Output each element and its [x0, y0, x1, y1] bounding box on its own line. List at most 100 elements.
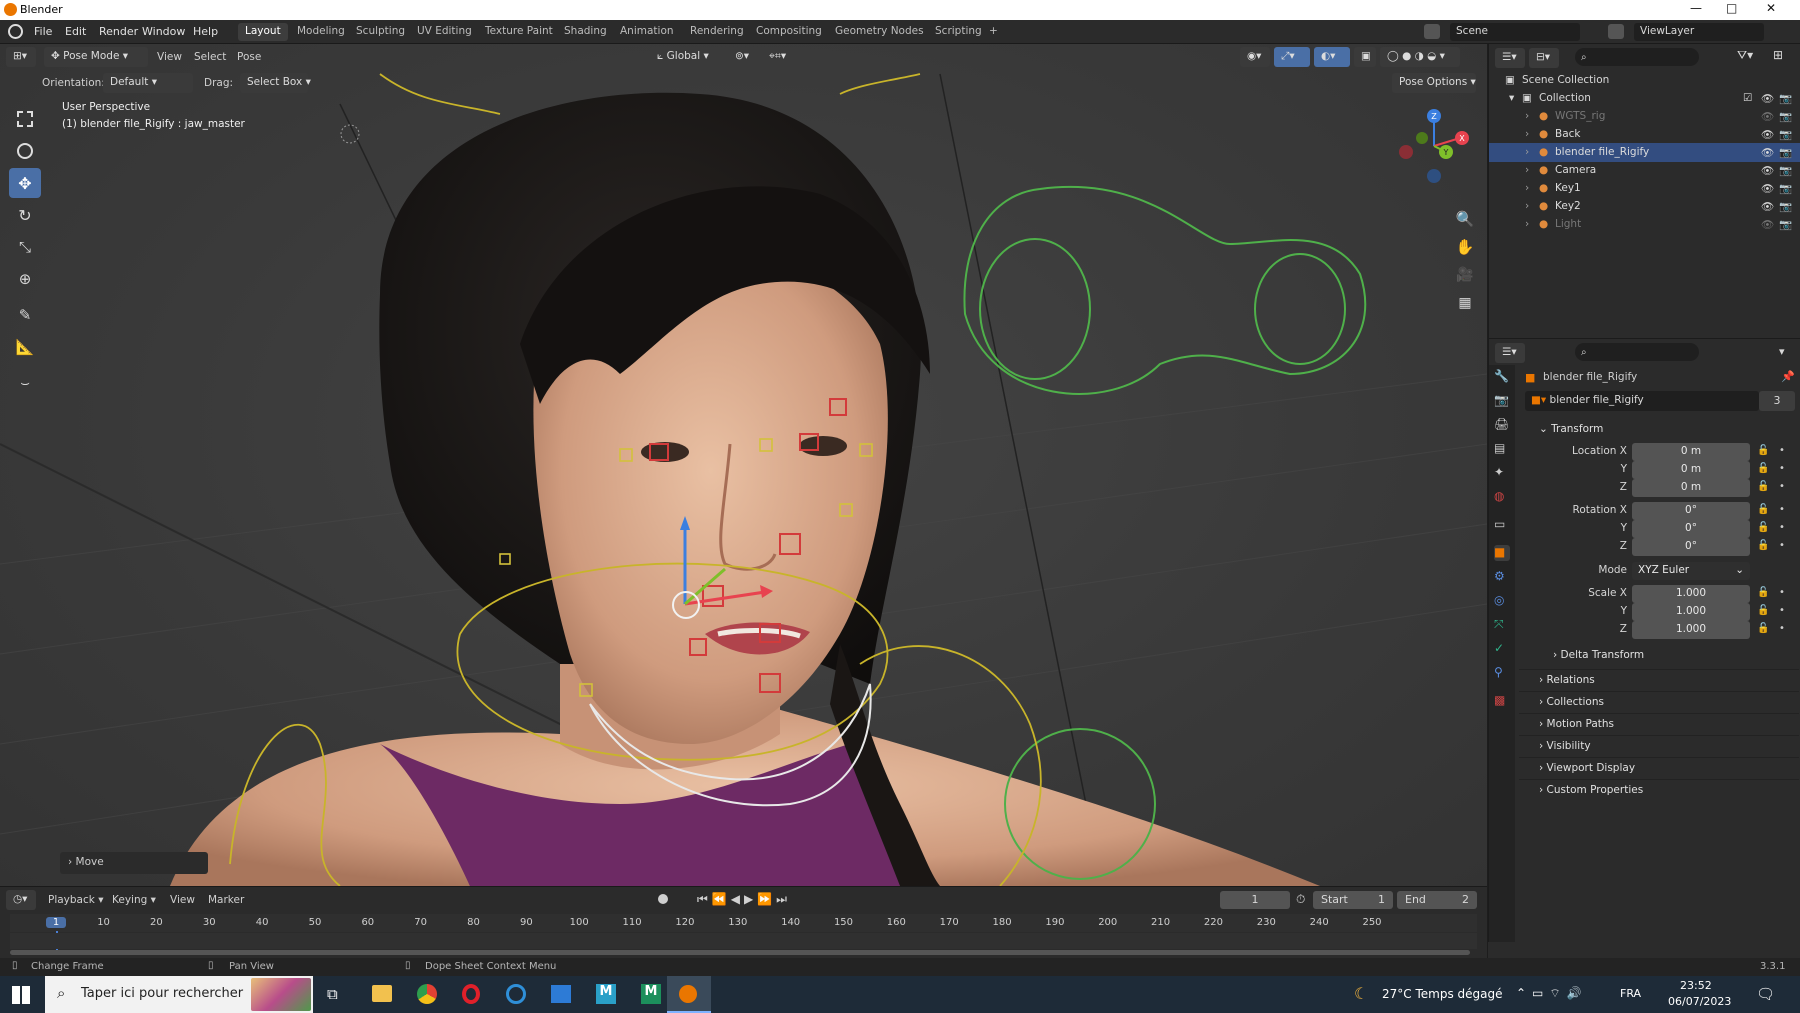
maximize-button[interactable]: □: [1726, 1, 1737, 15]
minimize-button[interactable]: —: [1690, 1, 1702, 15]
rotation-x-field[interactable]: 0°: [1632, 502, 1750, 520]
task-view-icon[interactable]: ⧉: [327, 985, 338, 1003]
users-count[interactable]: 3: [1759, 391, 1795, 411]
lock-icon[interactable]: 🔓: [1757, 587, 1769, 598]
editor-type-button[interactable]: ⊞▾: [6, 47, 36, 67]
bone-tab-icon[interactable]: ⚲: [1494, 665, 1510, 681]
menu-help[interactable]: Help: [193, 25, 218, 38]
timeline-editor-type-button[interactable]: ◷▾: [6, 890, 36, 910]
transform-tool[interactable]: ⊕: [9, 264, 41, 294]
panel-header[interactable]: › Custom Properties: [1519, 779, 1799, 801]
windows-start-icon[interactable]: [12, 986, 30, 1004]
eye-icon[interactable]: 👁: [1761, 218, 1774, 231]
chrome-icon[interactable]: [417, 984, 437, 1004]
scale-tool[interactable]: ⤡: [9, 232, 41, 262]
expand-arrow-icon[interactable]: ›: [1525, 200, 1529, 212]
properties-editor-type-button[interactable]: ☰▾: [1495, 343, 1525, 363]
app-m1-icon[interactable]: M: [596, 984, 616, 1004]
camera-view-button[interactable]: 🎥: [1451, 262, 1479, 288]
keyframe-dot-icon[interactable]: •: [1779, 522, 1785, 533]
rotation-mode-dropdown[interactable]: XYZ Euler ⌄: [1632, 562, 1750, 580]
menu-file[interactable]: File: [34, 25, 52, 38]
outliner-search-input[interactable]: ⌕: [1575, 48, 1699, 66]
pan-button[interactable]: ✋: [1451, 234, 1479, 260]
outliner-item-row[interactable]: › ● blender file_Rigify 👁 📷: [1489, 143, 1800, 162]
pivot-point-dropdown[interactable]: ⊚▾: [728, 47, 758, 67]
tab-layout[interactable]: Layout: [238, 23, 288, 41]
camera-render-icon[interactable]: 📷: [1779, 200, 1792, 213]
timeline-menu-marker[interactable]: Marker: [208, 894, 244, 906]
shading-modes[interactable]: ◯ ● ◑ ◒ ▾: [1380, 47, 1460, 67]
texture-tab-icon[interactable]: ▩: [1494, 693, 1510, 709]
panel-header[interactable]: › Viewport Display: [1519, 757, 1799, 779]
eye-icon[interactable]: 👁: [1761, 200, 1774, 213]
render-tab-icon[interactable]: 📷: [1494, 393, 1510, 409]
eye-icon[interactable]: 👁: [1761, 164, 1774, 177]
panel-header[interactable]: › Collections: [1519, 691, 1799, 713]
location-x-field[interactable]: 0 m: [1632, 443, 1750, 461]
lock-icon[interactable]: 🔓: [1757, 463, 1769, 474]
eye-icon[interactable]: 👁: [1761, 182, 1774, 195]
keyframe-dot-icon[interactable]: •: [1779, 623, 1785, 634]
lock-icon[interactable]: 🔓: [1757, 481, 1769, 492]
outliner-display-mode-button[interactable]: ⊟▾: [1529, 48, 1559, 68]
viewport-menu-pose[interactable]: Pose: [237, 51, 261, 63]
overlay-toggle[interactable]: ◐▾: [1314, 47, 1350, 67]
lock-icon[interactable]: 🔓: [1757, 623, 1769, 634]
expand-arrow-icon[interactable]: ›: [1525, 218, 1529, 230]
expand-arrow-icon[interactable]: ›: [1525, 110, 1529, 122]
rotation-z-field[interactable]: 0°: [1632, 538, 1750, 556]
perspective-toggle-button[interactable]: ▦: [1451, 290, 1479, 316]
properties-options-button[interactable]: ▾: [1779, 345, 1785, 358]
keyframe-dot-icon[interactable]: •: [1779, 587, 1785, 598]
timeline-area[interactable]: [10, 933, 1477, 949]
expand-arrow-icon[interactable]: ›: [1525, 128, 1529, 140]
current-frame-field[interactable]: 1: [1220, 891, 1290, 909]
auto-keying-button[interactable]: [658, 894, 668, 904]
navigation-gizmo[interactable]: Z X Y: [1390, 100, 1480, 190]
store-icon[interactable]: [551, 985, 571, 1003]
location-y-field[interactable]: 0 m: [1632, 461, 1750, 479]
weather-text[interactable]: 27°C Temps dégagé: [1382, 987, 1502, 1001]
scale-x-field[interactable]: 1.000: [1632, 585, 1750, 603]
zoom-button[interactable]: 🔍: [1451, 206, 1479, 232]
lock-icon[interactable]: 🔓: [1757, 522, 1769, 533]
drag-dropdown[interactable]: Select Box ▾: [240, 73, 311, 93]
location-z-field[interactable]: 0 m: [1632, 479, 1750, 497]
select-box-tool[interactable]: [9, 104, 41, 134]
menu-edit[interactable]: Edit: [65, 25, 86, 38]
panel-header[interactable]: › Visibility: [1519, 735, 1799, 757]
camera-render-icon[interactable]: 📷: [1779, 182, 1792, 195]
tab-shading[interactable]: Shading: [557, 23, 614, 41]
viewlayer-field[interactable]: ViewLayer: [1634, 23, 1764, 41]
transform-panel-header[interactable]: ⌄ Transform: [1519, 419, 1799, 441]
opera-icon[interactable]: [462, 984, 480, 1004]
relax-tool[interactable]: ⌣: [9, 368, 41, 398]
tab-sculpting[interactable]: Sculpting: [349, 23, 412, 41]
blender-taskbar-icon[interactable]: [667, 976, 711, 1013]
xray-toggle[interactable]: ▣: [1354, 47, 1376, 67]
scene-collection-row[interactable]: ▣ Scene Collection: [1489, 71, 1800, 90]
rotation-y-field[interactable]: 0°: [1632, 520, 1750, 538]
measure-tool[interactable]: 📐: [9, 332, 41, 362]
properties-search-input[interactable]: ⌕: [1575, 343, 1699, 361]
camera-render-icon[interactable]: 📷: [1779, 146, 1792, 159]
transform-orientation-dropdown[interactable]: ⟀ Global ▾: [650, 47, 724, 67]
playback-controls[interactable]: ⏮⏪◀▶⏩⏭: [697, 892, 791, 907]
tab-modeling[interactable]: Modeling: [290, 23, 352, 41]
object-datablock-field[interactable]: ■▾ blender file_Rigify: [1525, 391, 1759, 411]
keyframe-dot-icon[interactable]: •: [1779, 540, 1785, 551]
tab-geometry-nodes[interactable]: Geometry Nodes: [828, 23, 931, 41]
rotate-tool[interactable]: ↻: [9, 200, 41, 230]
timeline-menu-keying[interactable]: Keying ▾: [112, 894, 156, 906]
ccleaner-icon[interactable]: [506, 984, 526, 1004]
outliner-item-row[interactable]: › ● Camera 👁 📷: [1489, 161, 1800, 180]
file-explorer-icon[interactable]: [372, 985, 392, 1002]
exclude-checkbox[interactable]: ☑: [1743, 92, 1752, 104]
lock-icon[interactable]: 🔓: [1757, 605, 1769, 616]
camera-render-icon[interactable]: 📷: [1779, 110, 1792, 123]
tool-tab-icon[interactable]: 🔧: [1494, 369, 1510, 385]
viewlayer-selector-icon[interactable]: [1608, 24, 1624, 39]
scale-z-field[interactable]: 1.000: [1632, 621, 1750, 639]
tab-rendering[interactable]: Rendering: [683, 23, 751, 41]
